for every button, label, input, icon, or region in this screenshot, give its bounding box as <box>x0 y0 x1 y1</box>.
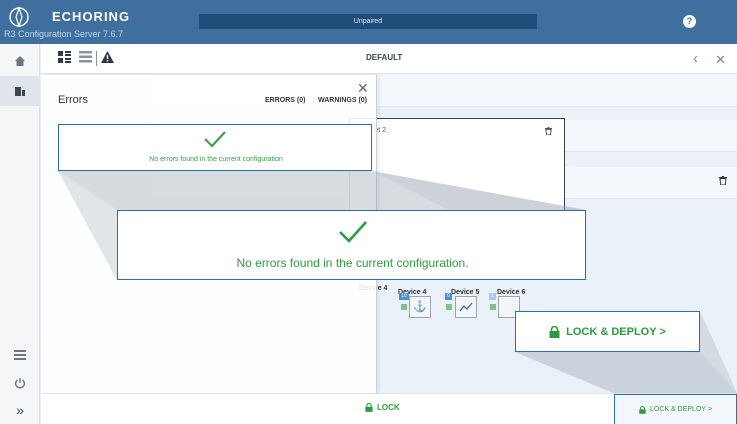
check-icon <box>339 221 367 243</box>
brand-name: ECHORING <box>52 9 131 24</box>
home-icon[interactable] <box>0 46 40 76</box>
close-icon[interactable]: ✕ <box>715 52 726 68</box>
power-icon[interactable] <box>0 368 40 398</box>
left-rail: » <box>0 44 40 424</box>
check-icon <box>204 131 226 148</box>
lock-deploy-label: LOCK & DEPLOY > <box>650 406 712 413</box>
list-view-icon[interactable] <box>79 51 92 66</box>
anchor-icon[interactable]: ⚓ <box>409 296 431 318</box>
help-icon[interactable]: ? <box>683 15 696 28</box>
device-badge: 0 <box>445 293 452 300</box>
errors-result-box: No errors found in the current configura… <box>58 124 372 171</box>
server-version: R3 Configuration Server 7.6.7 <box>4 29 124 39</box>
view-name: DEFAULT <box>366 53 403 62</box>
expand-icon[interactable]: » <box>0 395 40 424</box>
back-icon[interactable]: ‹ <box>693 50 698 67</box>
lock-deploy-button[interactable]: LOCK & DEPLOY > <box>614 394 737 424</box>
zoomed-lock-deploy-label: LOCK & DEPLOY > <box>566 325 666 338</box>
app-header: ECHORING R3 Configuration Server 7.6.7 U… <box>0 0 737 44</box>
device-status-indicator <box>490 304 496 310</box>
device-badge: 1 <box>489 293 496 300</box>
lock-icon <box>549 325 560 338</box>
grid-view-icon[interactable] <box>58 51 71 66</box>
toolbar: DEFAULT ‹ ✕ <box>41 44 737 74</box>
configuration-icon[interactable] <box>0 76 40 106</box>
pairing-status: Unpaired <box>199 14 537 29</box>
lock-icon <box>639 405 646 414</box>
zoomed-errors-result-box: No errors found in the current configura… <box>117 210 586 280</box>
errors-result-message: No errors found in the current configura… <box>149 156 283 163</box>
zoomed-lock-deploy-button[interactable]: LOCK & DEPLOY > <box>515 311 700 352</box>
zoomed-errors-result-message: No errors found in the current configura… <box>236 256 469 270</box>
trash-icon[interactable] <box>545 127 552 138</box>
logo-icon <box>9 6 29 28</box>
device-status-indicator <box>446 304 452 310</box>
lock-icon <box>365 403 373 412</box>
lock-label: LOCK <box>377 403 400 412</box>
errors-title: Errors <box>58 94 88 106</box>
close-errors-icon[interactable]: ✕ <box>357 80 369 97</box>
device-badge: 10 <box>399 293 409 300</box>
warnings-count-tab[interactable]: WARNINGS (0) <box>318 97 367 104</box>
warning-icon[interactable] <box>101 51 114 66</box>
list-icon[interactable] <box>0 340 40 370</box>
chart-icon[interactable] <box>455 296 477 318</box>
toolbar-divider <box>96 51 97 66</box>
errors-count-tab[interactable]: ERRORS (0) <box>265 97 305 104</box>
lock-button[interactable]: LOCK <box>365 403 400 412</box>
device-status-indicator <box>401 304 407 310</box>
trash-icon[interactable] <box>719 176 727 188</box>
bottom-action-bar: LOCK LOCK & DEPLOY > <box>41 393 737 424</box>
